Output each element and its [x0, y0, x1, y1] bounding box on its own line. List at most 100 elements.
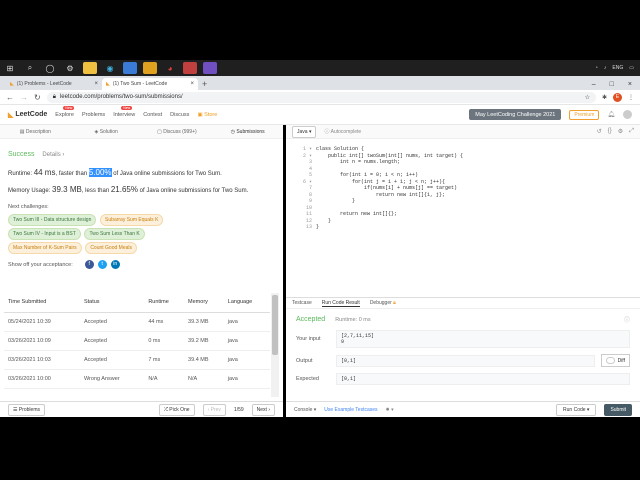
code-editor[interactable]: 1 ▾ class Solution { 2 ▾ public int[] tw… [286, 139, 640, 295]
prev-button[interactable]: ‹ Prev [202, 403, 226, 416]
runtime-line: Runtime: 44 ms, faster than 5.00% of Jav… [8, 168, 275, 177]
code-line: int n = nums.length; [316, 159, 401, 165]
table-row[interactable]: 03/26/2021 10:09 Accepted 0 ms 39.2 MB j… [4, 331, 270, 351]
leetcode-logo[interactable]: ◣ LeetCode [8, 111, 47, 119]
wifi-icon[interactable]: ◔ [595, 65, 598, 71]
notification-icon[interactable]: ▭ [629, 65, 634, 71]
diff-label: Diff [617, 357, 625, 364]
ide-icon[interactable] [203, 62, 217, 74]
challenge-pill[interactable]: Two Sum IV - Input is a BST [8, 228, 81, 240]
right-panel: Java ▾ ⓘ Autocomplete ↺ {} ⚙ ⤢ 1 ▾ class… [286, 125, 640, 417]
store-icon[interactable] [123, 62, 137, 74]
close-window-icon[interactable]: × [628, 81, 632, 88]
braces-icon[interactable]: {} [608, 128, 612, 135]
browser-tab-problems[interactable]: ◣ (1) Problems - LeetCode × [6, 78, 102, 90]
edge-icon[interactable]: ◉ [103, 62, 117, 74]
maximize-icon[interactable]: □ [610, 81, 614, 88]
volume-icon[interactable]: ♪ [604, 65, 607, 71]
console-toggle[interactable]: Console ▾ [294, 407, 316, 413]
tab-run-code-result[interactable]: Run Code Result [321, 300, 360, 307]
forward-icon[interactable]: → [20, 93, 28, 102]
linkedin-icon[interactable]: in [110, 260, 120, 269]
challenge-pill[interactable]: Count Good Meals [85, 242, 138, 254]
back-icon[interactable]: ← [6, 93, 14, 102]
task-view-icon[interactable]: ◯ [43, 62, 57, 74]
table-row[interactable]: 03/26/2021 10:00 Wrong Answer N/A N/A ja… [4, 369, 270, 389]
reload-icon[interactable]: ↻ [34, 93, 41, 102]
avatar[interactable]: E [613, 92, 622, 102]
scrollbar-thumb[interactable] [272, 295, 278, 355]
user-avatar[interactable] [623, 110, 632, 119]
extensions-icon[interactable]: ✱ [602, 94, 607, 101]
settings-icon[interactable]: ⚙ [63, 62, 77, 74]
app-icon[interactable] [183, 62, 197, 74]
details-link[interactable]: Details › [42, 152, 64, 158]
share-label: Show off your acceptance: [8, 261, 73, 268]
nav-problems[interactable]: Problems [82, 112, 105, 118]
nav-store[interactable]: ▣ Store [197, 112, 217, 118]
table-row[interactable]: 05/24/2021 10:39 Accepted 44 ms 39.3 MB … [4, 312, 270, 332]
language-select[interactable]: Java ▾ [292, 125, 317, 138]
language-indicator[interactable]: ENG [612, 65, 623, 71]
chrome-icon[interactable]: ◕ [163, 62, 177, 74]
tab-testcase[interactable]: Testcase [292, 300, 312, 306]
star-icon[interactable]: ☆ [585, 94, 590, 101]
search-icon[interactable]: ⌕ [23, 62, 37, 74]
submissions-icon: ◷ [230, 128, 235, 135]
new-badge: New [63, 105, 75, 110]
browser-tab-two-sum[interactable]: ◣ (1) Two Sum - LeetCode × [102, 78, 198, 90]
runtime-label: Runtime: [8, 171, 33, 177]
submit-button[interactable]: Submit [604, 403, 632, 416]
address-bar[interactable]: 🔒︎ leetcode.com/problems/two-sum/submiss… [46, 91, 596, 103]
table-row[interactable]: 03/26/2021 10:03 Accepted 7 ms 39.4 MB j… [4, 350, 270, 370]
tab-solution[interactable]: ◈ Solution [71, 129, 142, 135]
status-link[interactable]: Accepted [79, 331, 145, 351]
nav-interview[interactable]: Interview New [113, 105, 135, 118]
nav-discuss[interactable]: Discuss [170, 112, 189, 118]
status-link[interactable]: Accepted [79, 350, 145, 370]
close-icon[interactable]: × [94, 81, 98, 87]
challenge-banner[interactable]: May LeetCoding Challenge 2021 [469, 109, 562, 120]
logo-text: LeetCode [15, 111, 48, 118]
settings-icon[interactable]: ⚙ [618, 128, 623, 135]
notification-bell-icon[interactable]: 🔔︎ [607, 111, 615, 118]
challenge-pill[interactable]: Two Sum Less Than K [84, 228, 145, 240]
minimize-icon[interactable]: – [592, 81, 596, 88]
premium-button[interactable]: Premium [569, 109, 600, 120]
info-icon: ⓘ [623, 318, 630, 324]
close-icon[interactable]: × [190, 81, 194, 87]
tab-submissions[interactable]: ◷ Submissions [212, 129, 283, 135]
use-example-link[interactable]: Use Example Testcases [324, 407, 377, 413]
status-link[interactable]: Wrong Answer [79, 369, 145, 389]
diff-toggle[interactable]: Diff [600, 354, 630, 367]
tab-debugger[interactable]: Debugger 🔒︎ [370, 300, 396, 306]
windows-start-icon[interactable]: ⊞ [3, 62, 17, 74]
menu-icon[interactable]: ⋮ [628, 94, 634, 101]
run-code-button[interactable]: Run Code ▾ [556, 403, 597, 416]
fullscreen-icon[interactable]: ⤢ [629, 128, 634, 135]
nav-contest[interactable]: Contest [143, 112, 162, 118]
challenge-pill[interactable]: Two Sum III - Data structure design [8, 214, 97, 226]
pick-one-button[interactable]: ⤮ Pick One [158, 403, 195, 416]
next-button[interactable]: Next › [251, 403, 275, 416]
tab-discuss[interactable]: ▢ Discuss (999+) [142, 129, 213, 135]
challenge-pill[interactable]: Max Number of K-Sum Pairs [8, 242, 82, 254]
toggle-switch[interactable] [605, 357, 615, 364]
runtime-mid: , faster than [55, 171, 88, 177]
column-header: Status [79, 293, 145, 313]
mail-icon[interactable] [143, 62, 157, 74]
reset-icon[interactable]: ↺ [597, 128, 602, 135]
runtime-cell: 0 ms [144, 331, 185, 351]
new-tab-icon[interactable]: + [202, 79, 207, 89]
twitter-icon[interactable]: t [97, 260, 107, 269]
autocomplete-toggle[interactable]: ⓘ Autocomplete [324, 128, 361, 135]
problems-button[interactable]: ☰ Problems [8, 403, 45, 416]
file-explorer-icon[interactable] [83, 62, 97, 74]
nav-explore[interactable]: Explore New [55, 105, 75, 118]
bug-icon[interactable]: ✹ ▾ [386, 407, 394, 413]
challenge-pill[interactable]: Subarray Sum Equals K [100, 214, 164, 226]
status-link[interactable]: Accepted [79, 312, 145, 332]
tab-description[interactable]: ▤ Description [0, 129, 71, 135]
input-row: Your input [2,7,11,15] 9 [296, 330, 630, 348]
facebook-icon[interactable]: f [84, 260, 94, 269]
